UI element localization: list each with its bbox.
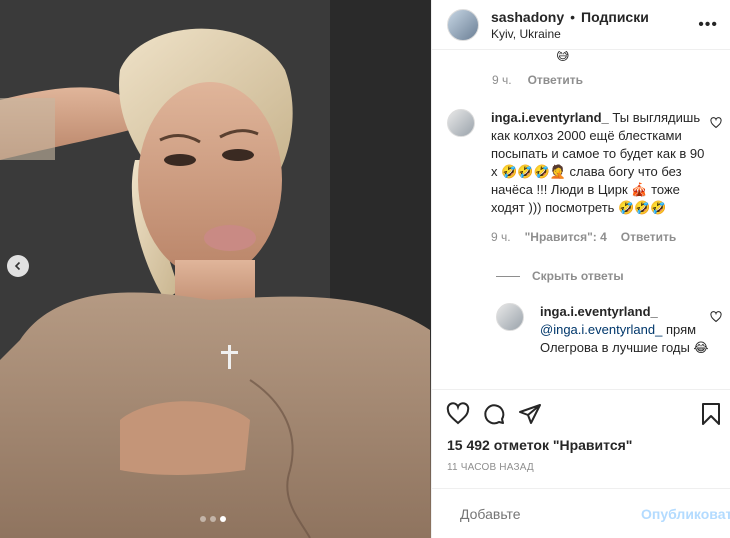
post-timestamp[interactable]: 11 ЧАСОВ НАЗАД	[447, 462, 534, 473]
likes-count[interactable]: 15 492 отметок "Нравится"	[447, 437, 632, 453]
hide-replies-label: Скрыть ответы	[532, 269, 624, 283]
more-options-button[interactable]: •••	[698, 16, 718, 34]
carousel-dot-active	[220, 516, 226, 522]
post-actions	[432, 389, 730, 437]
header-separator: •	[570, 8, 576, 25]
post-location[interactable]: Kyiv, Ukraine	[491, 27, 649, 41]
post-photo[interactable]	[0, 0, 431, 538]
like-icon[interactable]	[446, 402, 470, 426]
portrait-image	[0, 0, 431, 538]
more-icon: •••	[698, 16, 718, 33]
carousel-dot	[210, 516, 216, 522]
mention-link[interactable]: @inga.i.eventyrland_	[540, 322, 662, 337]
comment-composer: Опубликовать	[432, 488, 730, 538]
like-reply-icon[interactable]	[710, 311, 722, 323]
carousel-prev-button[interactable]	[7, 255, 29, 277]
commenter-avatar[interactable]	[496, 303, 524, 331]
author-username[interactable]: sashadony	[491, 9, 564, 25]
previous-comment-emoji: 😅	[556, 51, 570, 63]
publish-button[interactable]: Опубликовать	[641, 506, 730, 522]
commenter-avatar[interactable]	[447, 109, 475, 137]
carousel-dot	[200, 516, 206, 522]
following-button[interactable]: Подписки	[581, 9, 649, 25]
carousel-indicator	[200, 516, 226, 522]
comment-meta: 9 ч. "Нравится": 4 Ответить	[491, 228, 711, 246]
hide-replies-button[interactable]: Скрыть ответы	[496, 269, 624, 283]
like-comment-icon[interactable]	[710, 117, 722, 129]
commenter-username[interactable]: inga.i.eventyrland_	[491, 110, 609, 125]
comments-list[interactable]: 😅 9 ч. Ответить inga.i.eventyrland_ Ты в…	[432, 51, 730, 388]
share-icon[interactable]	[518, 402, 542, 426]
commenter-username[interactable]: inga.i.eventyrland_	[540, 303, 710, 321]
divider-line	[496, 275, 520, 277]
post-header: sashadony • Подписки Kyiv, Ukraine •••	[432, 0, 730, 50]
comment-text: Ты выглядишь как колхоз 2000 ещё блестка…	[491, 110, 705, 215]
author-avatar[interactable]	[447, 8, 479, 41]
comment-input[interactable]	[460, 505, 641, 522]
reply-item: inga.i.eventyrland_ @inga.i.eventyrland_…	[496, 303, 730, 357]
comment-time[interactable]: 9 ч.	[491, 228, 511, 246]
comment-time[interactable]: 9 ч.	[492, 73, 512, 87]
author-info: sashadony • Подписки Kyiv, Ukraine	[491, 9, 649, 41]
reply-button[interactable]: Ответить	[528, 73, 583, 87]
chevron-left-icon	[14, 261, 21, 271]
post-side-panel: sashadony • Подписки Kyiv, Ukraine ••• 😅…	[431, 0, 730, 538]
comment-likes-count[interactable]: "Нравится": 4	[525, 228, 607, 246]
previous-comment-meta: 9 ч. Ответить	[492, 73, 583, 87]
comment-item: inga.i.eventyrland_ Ты выглядишь как кол…	[447, 109, 730, 246]
reply-button[interactable]: Ответить	[621, 228, 676, 246]
comment-icon[interactable]	[482, 402, 506, 426]
save-icon[interactable]	[700, 402, 722, 426]
